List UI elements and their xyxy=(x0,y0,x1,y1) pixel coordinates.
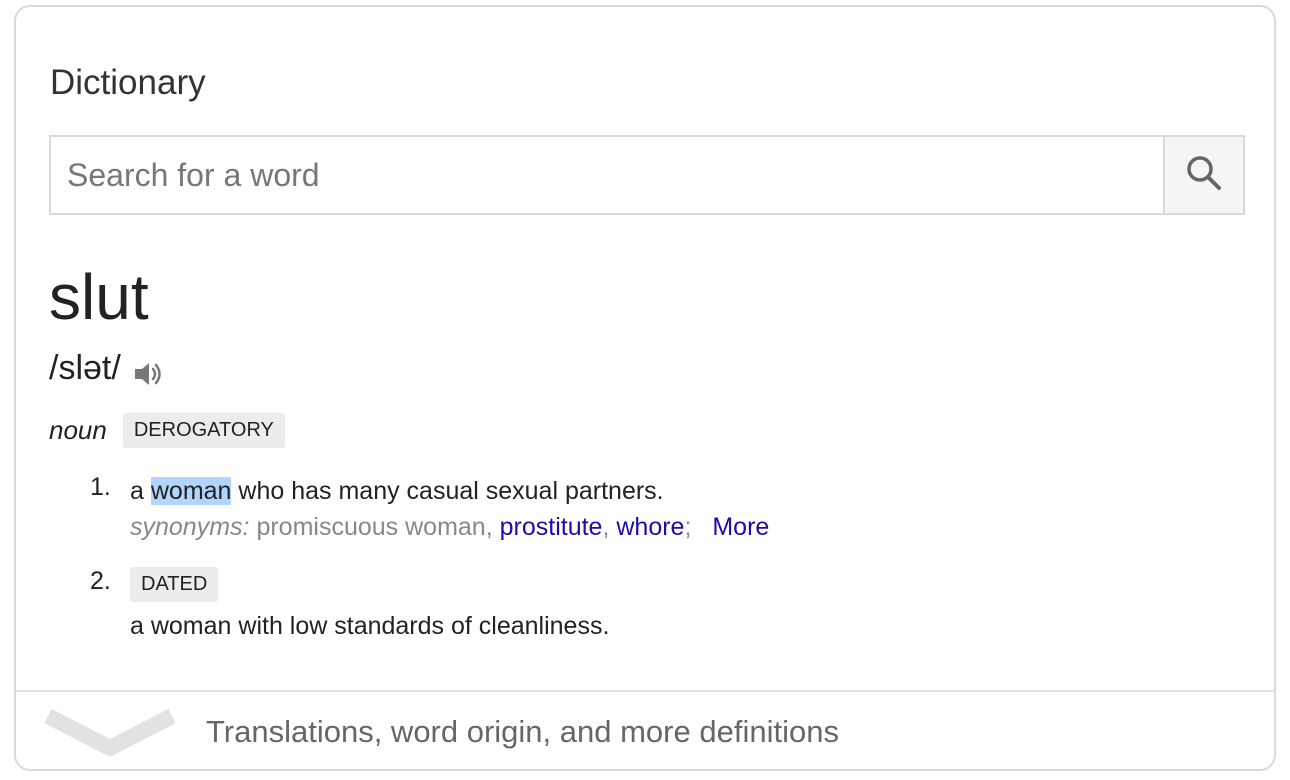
synonym-plain: promiscuous woman xyxy=(256,513,486,541)
dictionary-card: Dictionary slut /slət/ noun DEROGATORY xyxy=(14,5,1276,771)
search-box xyxy=(49,135,1245,215)
search-icon xyxy=(1185,154,1223,197)
synonyms-line: synonyms: promiscuous woman, prostitute,… xyxy=(130,513,770,541)
headword: slut xyxy=(49,261,149,333)
sense-number: 1. xyxy=(90,473,111,501)
def-prefix: a xyxy=(130,477,151,505)
sense-definition: a woman with low standards of cleanlines… xyxy=(130,612,610,640)
part-of-speech: noun xyxy=(49,415,107,445)
sense-number: 2. xyxy=(90,567,111,595)
sense-2: 2. DATED a woman with low standards of c… xyxy=(90,567,609,644)
pronunciation-row: /slət/ xyxy=(49,349,165,388)
synonym-link-whore[interactable]: whore xyxy=(616,513,684,541)
highlighted-word: woman xyxy=(150,477,232,505)
card-title: Dictionary xyxy=(50,63,206,102)
sense-definition: a woman who has many casual sexual partn… xyxy=(130,473,769,509)
search-input[interactable] xyxy=(51,137,1163,213)
more-synonyms-link[interactable]: More xyxy=(712,513,769,541)
more-definitions-link[interactable]: Translations, word origin, and more defi… xyxy=(206,714,839,750)
def-suffix: who has many casual sexual partners. xyxy=(231,477,664,505)
part-of-speech-row: noun DEROGATORY xyxy=(49,413,285,448)
search-button[interactable] xyxy=(1163,137,1243,213)
chevron-down-icon[interactable] xyxy=(44,708,176,761)
speaker-icon[interactable] xyxy=(133,359,165,394)
synonyms-label: synonyms: xyxy=(130,513,250,541)
usage-tag-dated: DATED xyxy=(130,567,219,602)
more-definitions-footer[interactable]: Translations, word origin, and more defi… xyxy=(16,690,1274,769)
pronunciation: /slət/ xyxy=(49,349,121,387)
synonym-link-prostitute[interactable]: prostitute xyxy=(500,513,603,541)
usage-tag: DEROGATORY xyxy=(122,413,285,448)
sense-1: 1. a woman who has many casual sexual pa… xyxy=(90,473,769,545)
